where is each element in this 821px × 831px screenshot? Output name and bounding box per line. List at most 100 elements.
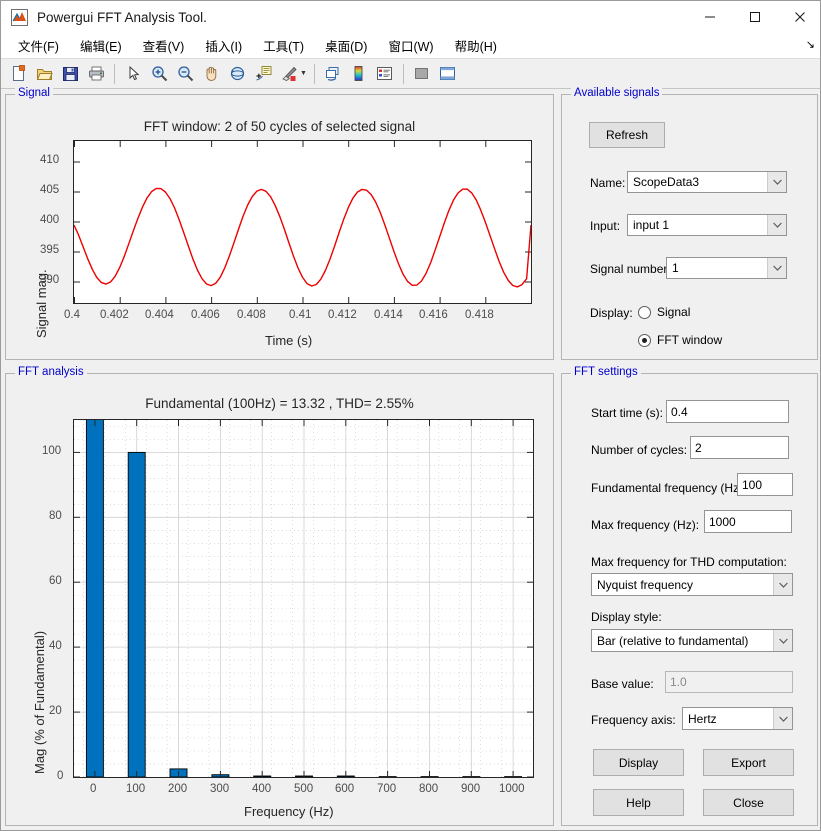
signal-xtick-1: 0.402	[100, 309, 129, 321]
signal-number-dropdown[interactable]: 1	[666, 257, 787, 279]
new-figure-icon[interactable]	[6, 62, 30, 86]
show-plot-tools-icon[interactable]	[436, 62, 460, 86]
display-style-dropdown[interactable]: Bar (relative to fundamental)	[591, 629, 793, 652]
export-button[interactable]: Export	[703, 749, 794, 776]
rotate-3d-icon[interactable]	[225, 62, 249, 86]
signal-xtick-5: 0.41	[289, 309, 312, 321]
colorbar-icon[interactable]	[347, 62, 371, 86]
signal-group-panel: Signal FFT window: 2 of 50 cycles of sel…	[5, 87, 554, 360]
number-of-cycles-label: Number of cycles:	[591, 443, 688, 457]
radio-display-fft-window[interactable]: FFT window	[638, 333, 722, 347]
fft-ytick-20: 20	[49, 705, 62, 717]
chevron-down-icon	[773, 708, 792, 729]
window-controls	[687, 1, 820, 33]
start-time-label: Start time (s):	[591, 406, 664, 420]
display-style-label: Display style:	[591, 610, 662, 624]
name-dropdown-value: ScopeData3	[633, 175, 700, 189]
max-frequency-thd-label: Max frequency for THD computation:	[591, 555, 787, 569]
matlab-figure-icon	[11, 8, 28, 26]
frequency-axis-label: Frequency axis:	[591, 713, 676, 727]
signal-ytick-405: 405	[40, 184, 60, 196]
toolbar-separator	[313, 63, 315, 84]
close-panel-button[interactable]: Close	[703, 789, 794, 816]
fft-ytick-60: 60	[49, 575, 62, 587]
display-label: Display:	[590, 306, 633, 320]
fft-plot-xlabel: Frequency (Hz)	[244, 804, 334, 819]
hide-plot-tools-icon[interactable]	[410, 62, 434, 86]
toolbar-separator	[114, 63, 115, 84]
start-time-input[interactable]: 0.4	[666, 400, 789, 423]
menu-file[interactable]: 文件(F)	[9, 33, 68, 58]
signal-plot-title: FFT window: 2 of 50 cycles of selected s…	[143, 119, 416, 134]
fft-analysis-group-panel: FFT analysis Fundamental (100Hz) = 13.32…	[5, 366, 554, 826]
link-plot-icon[interactable]	[321, 62, 345, 86]
powergui-fft-analysis-window: Powergui FFT Analysis Tool. 文件(F) 编辑(E) …	[0, 0, 821, 831]
input-dropdown-value: input 1	[633, 218, 670, 232]
signal-number-label: Signal number:	[590, 262, 671, 276]
display-style-value: Bar (relative to fundamental)	[597, 633, 749, 648]
signal-number-dropdown-value: 1	[672, 261, 679, 275]
display-button[interactable]: Display	[593, 749, 684, 776]
toolbar: ▼	[1, 59, 820, 89]
fft-xtick-700: 700	[377, 783, 397, 795]
brush-icon[interactable]	[277, 62, 301, 86]
signal-xtick-8: 0.416	[419, 309, 448, 321]
signal-plot-area[interactable]	[73, 140, 532, 304]
print-icon[interactable]	[84, 62, 108, 86]
open-folder-icon[interactable]	[32, 62, 56, 86]
fft-ytick-100: 100	[42, 445, 62, 457]
menu-resize-arrow-icon[interactable]: ↘	[806, 40, 815, 51]
zoom-in-icon[interactable]	[147, 62, 171, 86]
name-dropdown[interactable]: ScopeData3	[627, 171, 787, 193]
menu-view[interactable]: 查看(V)	[134, 33, 194, 58]
fft-xtick-800: 800	[419, 783, 439, 795]
menu-desktop[interactable]: 桌面(D)	[316, 33, 376, 58]
fundamental-frequency-input[interactable]: 100	[737, 473, 793, 496]
minimize-button[interactable]	[687, 1, 732, 33]
legend-icon[interactable]	[373, 62, 397, 86]
zoom-out-icon[interactable]	[173, 62, 197, 86]
max-frequency-thd-dropdown[interactable]: Nyquist frequency	[591, 573, 793, 596]
data-cursor-icon[interactable]	[251, 62, 275, 86]
menu-tools[interactable]: 工具(T)	[254, 33, 313, 58]
fft-plot-area[interactable]	[73, 419, 534, 778]
close-button[interactable]	[777, 1, 820, 33]
pan-hand-icon[interactable]	[199, 62, 223, 86]
number-of-cycles-input[interactable]: 2	[690, 436, 789, 459]
menu-edit[interactable]: 编辑(E)	[71, 33, 131, 58]
toolbar-separator	[402, 63, 404, 84]
help-button[interactable]: Help	[593, 789, 684, 816]
menu-help[interactable]: 帮助(H)	[446, 33, 506, 58]
input-dropdown[interactable]: input 1	[627, 214, 787, 236]
fft-spectrum-bar-chart: Fundamental (100Hz) = 13.32 , THD= 2.55%…	[6, 374, 553, 825]
fundamental-frequency-label: Fundamental frequency (Hz):	[591, 481, 747, 495]
title-bar: Powergui FFT Analysis Tool.	[1, 1, 820, 33]
fft-settings-panel: FFT settings Start time (s): 0.4 Number …	[561, 366, 818, 826]
max-frequency-thd-value: Nyquist frequency	[597, 577, 694, 592]
fft-xtick-100: 100	[126, 783, 146, 795]
chevron-down-icon	[767, 172, 786, 192]
chevron-down-icon	[767, 258, 786, 278]
brush-dropdown-caret-icon[interactable]: ▼	[300, 70, 307, 77]
menu-window[interactable]: 窗口(W)	[379, 33, 442, 58]
maximize-button[interactable]	[732, 1, 777, 33]
pointer-icon[interactable]	[121, 62, 145, 86]
available-signals-panel: Available signals Refresh Name: ScopeDat…	[561, 87, 818, 360]
max-frequency-input[interactable]: 1000	[704, 510, 792, 533]
radio-signal-label: Signal	[657, 305, 691, 319]
base-value-input[interactable]: 1.0	[665, 671, 793, 693]
frequency-axis-dropdown[interactable]: Hertz	[682, 707, 793, 730]
radio-display-signal[interactable]: Signal	[638, 305, 690, 319]
fft-xtick-900: 900	[461, 783, 481, 795]
radio-signal-indicator	[638, 305, 651, 319]
menu-insert[interactable]: 插入(I)	[196, 33, 251, 58]
fft-ytick-80: 80	[49, 510, 62, 522]
chevron-down-icon	[767, 215, 786, 235]
fft-ytick-40: 40	[49, 640, 62, 652]
refresh-button[interactable]: Refresh	[589, 122, 665, 148]
fft-settings-title: FFT settings	[571, 366, 641, 378]
save-icon[interactable]	[58, 62, 82, 86]
fft-xtick-600: 600	[335, 783, 355, 795]
signal-ytick-395: 395	[40, 244, 60, 256]
fft-plot-title: Fundamental (100Hz) = 13.32 , THD= 2.55%	[145, 396, 414, 411]
